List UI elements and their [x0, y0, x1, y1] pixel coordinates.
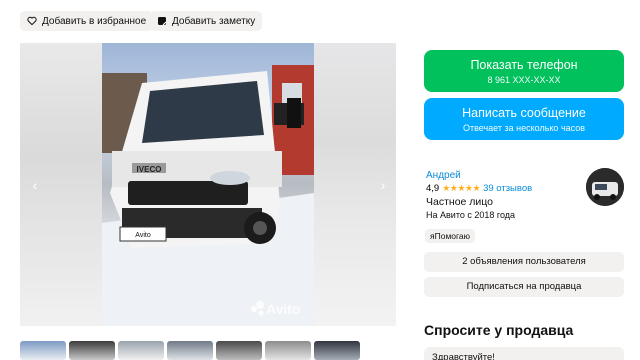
thumbnail[interactable] — [265, 341, 311, 360]
thumbnail[interactable] — [314, 341, 360, 360]
thumbnail[interactable] — [69, 341, 115, 360]
thumbnail[interactable] — [118, 341, 164, 360]
write-message-label: Написать сообщение — [462, 106, 586, 120]
chevron-left-icon[interactable]: ‹ — [28, 177, 42, 193]
add-note-label: Добавить заметку — [172, 15, 256, 27]
seller-type: Частное лицо — [426, 196, 494, 208]
seller-since: На Авито с 2018 года — [426, 210, 516, 220]
add-note-button[interactable]: Добавить заметку — [150, 11, 263, 31]
main-photo[interactable]: IVECO Avito Avito — [102, 43, 314, 326]
reviews-link[interactable]: 39 отзывов — [483, 183, 532, 194]
ask-seller-title: Спросите у продавца — [424, 322, 574, 338]
rating-value: 4,9 — [426, 183, 440, 194]
reply-time: Отвечает за несколько часов — [462, 123, 586, 133]
show-phone-button[interactable]: Показать телефон 8 961 XXX-XX-XX — [424, 50, 624, 92]
favorite-label: Добавить в избранное — [42, 15, 147, 27]
thumbnail[interactable] — [216, 341, 262, 360]
write-message-button[interactable]: Написать сообщение Отвечает за несколько… — [424, 98, 624, 140]
heart-icon — [27, 16, 37, 26]
seller-rating: 4,9 ★★★★★ 39 отзывов — [426, 183, 532, 194]
photo-gallery[interactable]: IVECO Avito Avito ‹ › — [20, 43, 396, 326]
seller-name[interactable]: Андрей — [426, 170, 461, 181]
star-rating-icon: ★★★★★ — [442, 183, 481, 193]
thumbnail-strip — [20, 341, 360, 360]
quick-reply-chip[interactable]: Здравствуйте! — [424, 347, 624, 360]
favorite-button[interactable]: Добавить в избранное — [20, 11, 154, 31]
chevron-right-icon[interactable]: › — [376, 177, 390, 193]
user-listings-button[interactable]: 2 объявления пользователя — [424, 252, 624, 272]
seller-badge[interactable]: яПомогаю — [425, 229, 476, 243]
show-phone-label: Показать телефон — [470, 58, 578, 72]
thumbnail[interactable] — [20, 341, 66, 360]
subscribe-seller-button[interactable]: Подписаться на продавца — [424, 277, 624, 297]
phone-masked: 8 961 XXX-XX-XX — [487, 75, 561, 85]
note-icon — [157, 16, 167, 26]
plate-text: Avito — [135, 232, 151, 239]
brand-badge: IVECO — [137, 165, 162, 174]
thumbnail[interactable] — [167, 341, 213, 360]
avatar[interactable] — [586, 168, 624, 206]
watermark-text: Avito — [266, 301, 300, 317]
